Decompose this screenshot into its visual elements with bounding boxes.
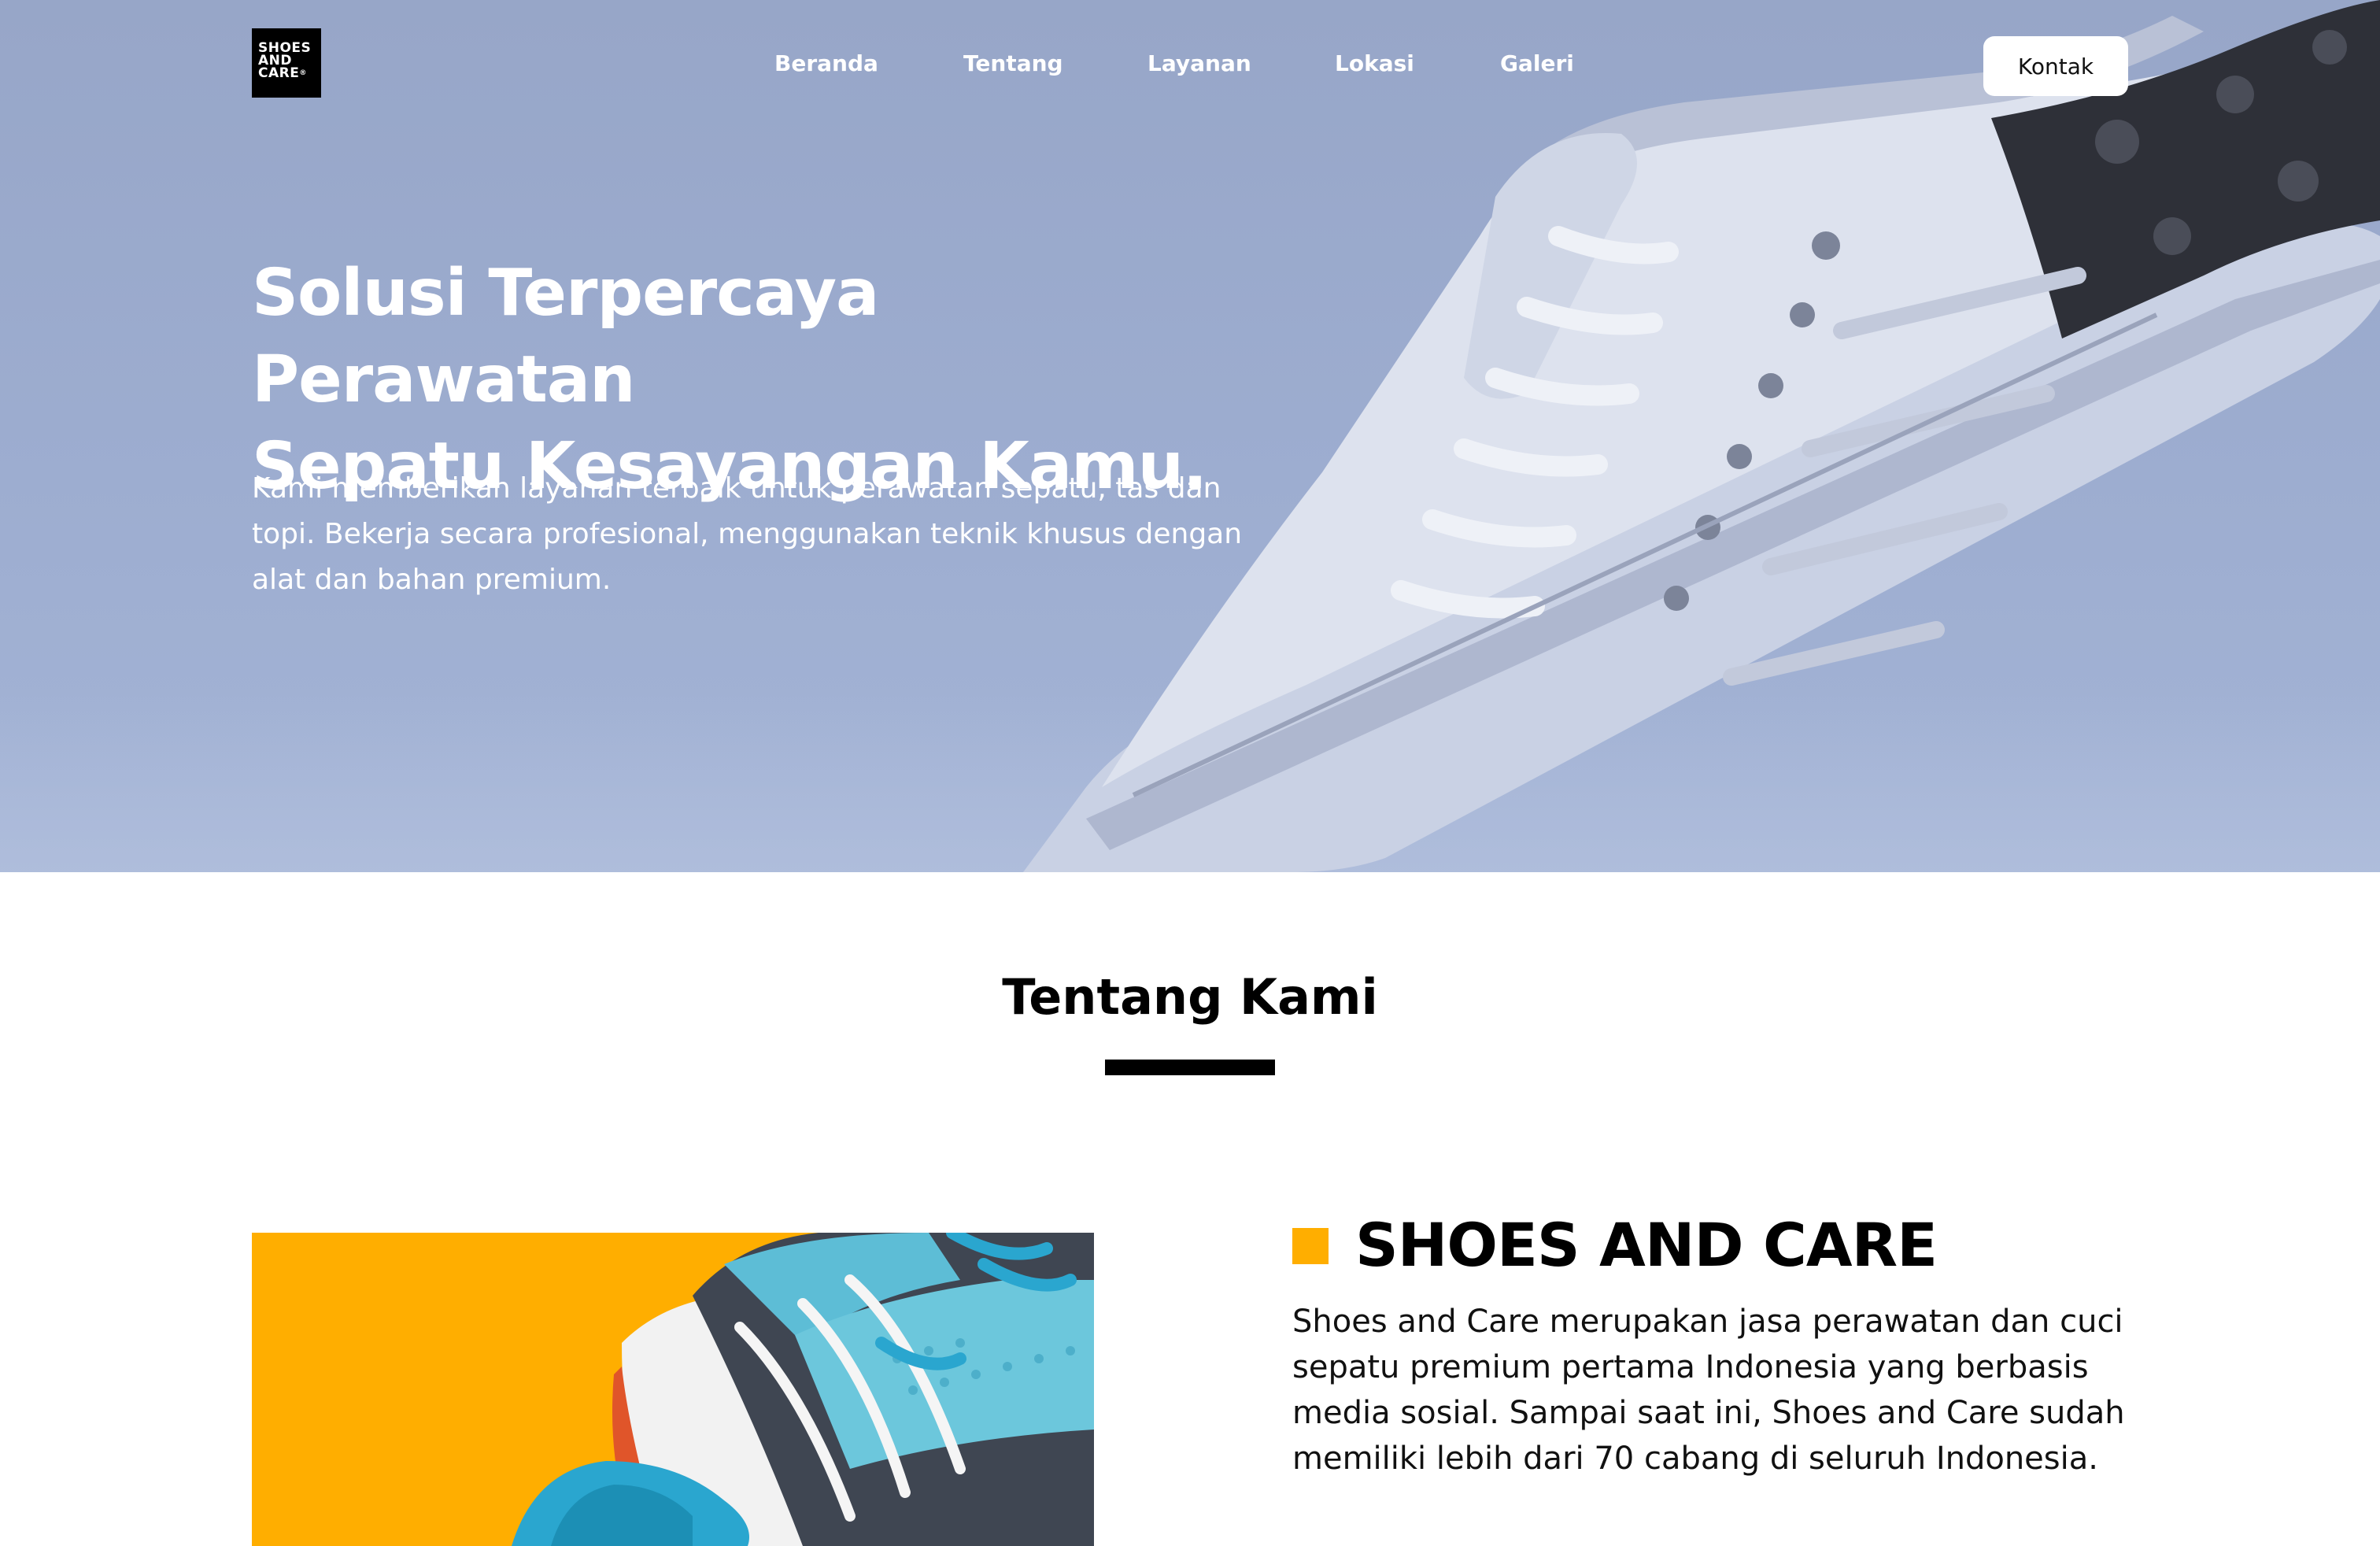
about-brand-heading: SHOES AND CARE (1355, 1210, 1938, 1280)
hero-description-line-2: topi. Bekerja secara profesional, menggu… (252, 518, 1243, 550)
hero-section: SHOES AND CARE® Beranda Tentang Layanan … (0, 0, 2380, 872)
nav-item-lokasi[interactable]: Lokasi (1335, 50, 1414, 76)
nav-item-beranda[interactable]: Beranda (774, 50, 878, 76)
about-description: Shoes and Care merupakan jasa perawatan … (1292, 1299, 2158, 1481)
nav-item-tentang[interactable]: Tentang (963, 50, 1063, 76)
about-sneaker-image (252, 1233, 1094, 1546)
about-description-line-3: media sosial. Sampai saat ini, Shoes and… (1292, 1395, 2125, 1431)
contact-button[interactable]: Kontak (1983, 36, 2128, 96)
about-description-line-4: memiliki lebih dari 70 cabang di seluruh… (1292, 1441, 2098, 1477)
about-description-line-2: sepatu premium pertama Indonesia yang be… (1292, 1349, 2089, 1385)
nav-item-galeri[interactable]: Galeri (1500, 50, 1574, 76)
hero-description-line-1: Kami memberikan layanan terbaik untuk pe… (252, 472, 1221, 505)
hero-title-line-1: Solusi Terpercaya Perawatan (252, 256, 879, 417)
running-shoe-illustration (512, 1233, 1094, 1546)
about-section-title: Tentang Kami (1002, 968, 1378, 1026)
about-description-line-1: Shoes and Care merupakan jasa perawatan … (1292, 1304, 2123, 1340)
section-title-underline (1105, 1060, 1275, 1075)
nav-item-layanan[interactable]: Layanan (1148, 50, 1251, 76)
accent-square-icon (1292, 1228, 1329, 1264)
hero-description: Kami memberikan layanan terbaik untuk pe… (252, 466, 1244, 603)
hero-description-line-3: alat dan bahan premium. (252, 564, 612, 596)
